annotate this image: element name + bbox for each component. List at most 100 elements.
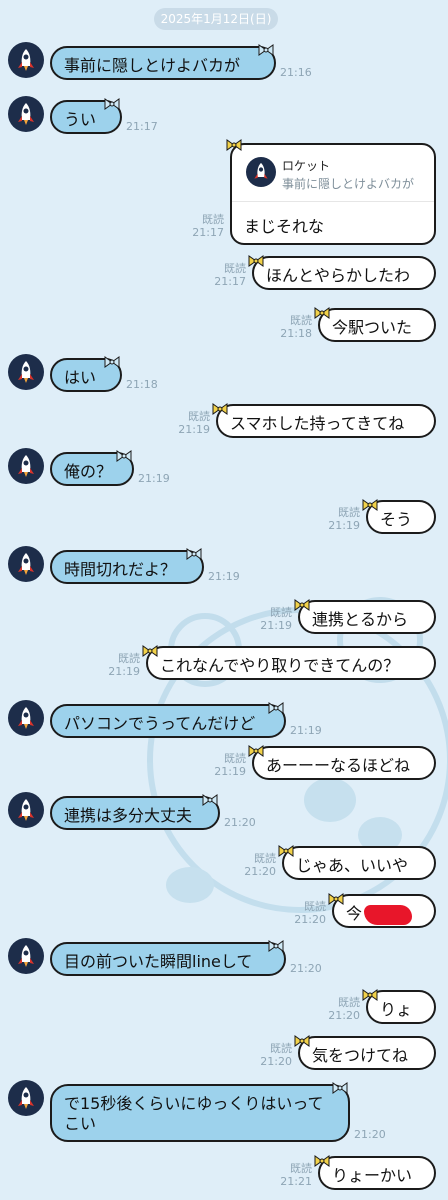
read-status: 既読 21:20 [254,1042,292,1068]
outgoing-message-bubble[interactable]: 今駅ついた [318,308,436,342]
message-text: 連携は多分大丈夫 [64,806,193,825]
rocket-avatar-icon[interactable] [8,448,44,484]
message-time: 21:19 [260,619,292,632]
incoming-message-bubble[interactable]: パソコンでうってんだけど [50,704,286,738]
message-text: 事前に隠しとけよバカが [64,56,241,75]
incoming-message-bubble[interactable]: 時間切れだよ？ [50,550,204,584]
reply-text: まじそれな [244,217,325,236]
incoming-message-bubble[interactable]: で15秒後くらいにゆっくりはいってこい [50,1084,350,1142]
message-time: 21:18 [280,327,312,340]
ribbon-bow-icon [362,496,378,511]
message-time: 21:19 [208,570,240,583]
message-text: はい [64,368,97,387]
quoted-message[interactable]: ロケット 事前に隠しとけよバカが [232,145,434,202]
rocket-avatar-icon[interactable] [8,354,44,390]
rocket-avatar-icon[interactable] [8,96,44,132]
ribbon-bow-icon [104,95,120,110]
read-label: 既読 [224,752,246,765]
incoming-message-bubble[interactable]: 目の前ついた瞬間lineして [50,942,286,976]
message-text: じゃあ、いいや [296,856,409,875]
rocket-avatar-icon [246,157,276,187]
message-text: あーーーなるほどね [266,756,411,775]
read-label: 既読 [118,652,140,665]
message-text: スマホした持ってきてね [230,414,405,433]
message-time: 21:20 [260,1055,292,1068]
outgoing-message-bubble[interactable]: スマホした持ってきてね [216,404,436,438]
message-time: 21:20 [294,913,326,926]
ribbon-bow-icon [278,842,294,857]
read-label: 既読 [254,852,276,865]
read-status: 既読 21:19 [254,606,292,632]
read-status: 既読 21:17 [208,262,246,288]
outgoing-message-bubble[interactable]: 連携とるから [298,600,436,634]
ribbon-bow-icon [328,890,344,905]
incoming-message-bubble[interactable]: 事前に隠しとけよバカが [50,46,276,80]
message-time: 21:20 [328,1009,360,1022]
ribbon-bow-icon [258,41,274,56]
ribbon-bow-icon [362,986,378,1001]
ribbon-bow-icon [116,447,132,462]
rocket-avatar-icon[interactable] [8,700,44,736]
reply-bubble[interactable]: ロケット 事前に隠しとけよバカが まじそれな [230,143,436,245]
message-time: 21:19 [214,765,246,778]
ribbon-bow-icon [314,304,330,319]
message-text: 連携とるから [312,610,409,629]
message-text: りょ [380,1000,413,1019]
message-text: そう [380,510,413,529]
message-time: 21:17 [192,226,224,239]
read-status: 既読 21:17 [186,213,224,239]
outgoing-message-bubble[interactable]: 気をつけてね [298,1036,436,1070]
outgoing-message-bubble[interactable]: これなんでやり取りできてんの？ [146,646,436,680]
rocket-avatar-icon[interactable] [8,938,44,974]
read-label: 既読 [202,213,224,226]
message-time: 21:19 [328,519,360,532]
outgoing-message-bubble[interactable]: じゃあ、いいや [282,846,436,880]
quoted-text: 事前に隠しとけよバカが [282,177,415,191]
rocket-avatar-icon[interactable] [8,42,44,78]
message-text: で15秒後くらいにゆっくりはいってこい [64,1094,324,1133]
message-text: 俺の？ [64,462,113,481]
outgoing-message-bubble[interactable]: 今 [332,894,436,928]
outgoing-message-bubble[interactable]: あーーーなるほどね [252,746,436,780]
outgoing-message-bubble[interactable]: りょーかい [318,1156,436,1190]
ribbon-bow-icon [186,545,202,560]
read-status: 既読 21:21 [274,1162,312,1188]
message-time: 21:20 [290,962,322,975]
read-label: 既読 [338,506,360,519]
message-time: 21:19 [138,472,170,485]
message-time: 21:19 [178,423,210,436]
message-time: 21:17 [126,120,158,133]
message-text: 目の前ついた瞬間lineして [64,952,253,971]
ribbon-bow-icon [212,400,228,415]
incoming-message-bubble[interactable]: 連携は多分大丈夫 [50,796,220,830]
read-status: 既読 21:18 [274,314,312,340]
read-status: 既読 21:19 [322,506,360,532]
read-label: 既読 [224,262,246,275]
ribbon-bow-icon [268,699,284,714]
message-time: 21:17 [214,275,246,288]
rocket-avatar-icon[interactable] [8,546,44,582]
ribbon-bow-icon [314,1152,330,1167]
outgoing-message-bubble[interactable]: ほんとやらかしたわ [252,256,436,290]
ribbon-bow-icon [226,139,242,151]
message-time: 21:21 [280,1175,312,1188]
ribbon-bow-icon [294,1032,310,1047]
read-status: 既読 21:20 [238,852,276,878]
read-label: 既読 [304,900,326,913]
rocket-avatar-icon[interactable] [8,1080,44,1116]
read-status: 既読 21:19 [172,410,210,436]
read-status: 既読 21:19 [208,752,246,778]
ribbon-bow-icon [104,353,120,368]
ribbon-bow-icon [248,742,264,757]
message-time: 21:19 [290,724,322,737]
rocket-avatar-icon[interactable] [8,792,44,828]
date-separator: 2025年1月12日(日) [154,8,278,30]
message-time: 21:20 [354,1128,386,1141]
message-text: 今 [346,904,363,923]
message-time: 21:16 [280,66,312,79]
message-time: 21:18 [126,378,158,391]
read-label: 既読 [290,1162,312,1175]
read-status: 既読 21:20 [322,996,360,1022]
message-time: 21:20 [244,865,276,878]
message-text: 時間切れだよ？ [64,560,177,579]
